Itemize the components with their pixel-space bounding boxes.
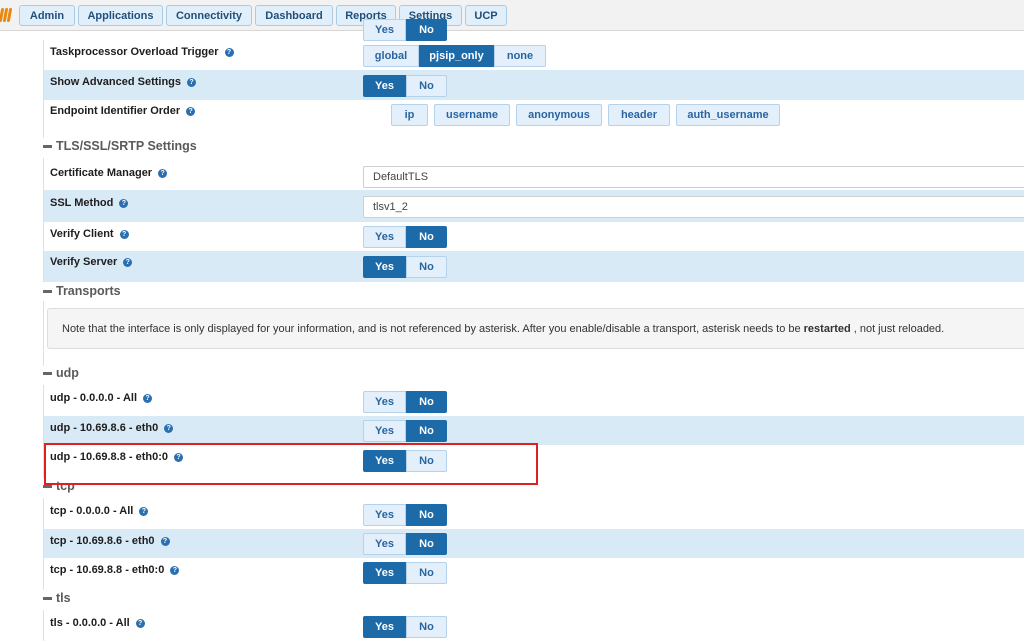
endpoint-chip-ip[interactable]: ip xyxy=(391,104,428,126)
transport-label: tcp - 10.69.8.8 - eth0:0? xyxy=(50,564,180,576)
collapse-icon[interactable] xyxy=(43,144,52,148)
verify-client-no-option[interactable]: No xyxy=(406,226,447,248)
collapse-icon[interactable] xyxy=(43,596,52,600)
endpoint-identifier-label: Endpoint Identifier Order? xyxy=(50,105,196,117)
ssl-method-label: SSL Method? xyxy=(50,197,129,209)
transport-label: udp - 0.0.0.0 - All? xyxy=(50,392,152,404)
help-icon[interactable]: ? xyxy=(158,169,168,178)
certificate-manager-label: Certificate Manager? xyxy=(50,167,168,179)
transport-yes-option[interactable]: Yes xyxy=(363,504,406,526)
transport-no-option[interactable]: No xyxy=(406,420,447,442)
nav-ucp[interactable]: UCP xyxy=(465,5,507,26)
certificate-manager-select[interactable]: DefaultTLS xyxy=(363,166,1024,188)
transports-section-header[interactable]: Transports xyxy=(43,284,121,298)
verify-server-row: Verify Server? xyxy=(43,251,1024,282)
tcp-eth0-toggle: Yes No xyxy=(363,533,447,555)
nav-connectivity[interactable]: Connectivity xyxy=(166,5,252,26)
help-icon[interactable]: ? xyxy=(119,230,129,239)
transport-label: tcp - 10.69.8.6 - eth0? xyxy=(50,535,170,547)
settings-content: Yes No Taskprocessor Overload Trigger? g… xyxy=(0,19,1024,641)
transport-label: tls - 0.0.0.0 - All? xyxy=(50,617,145,629)
highlight-annotation-box xyxy=(44,443,538,485)
endpoint-chip-username[interactable]: username xyxy=(434,104,510,126)
help-icon[interactable]: ? xyxy=(164,424,174,433)
udp-all-toggle: Yes No xyxy=(363,391,447,413)
nav-admin[interactable]: Admin xyxy=(19,5,75,26)
taskprocessor-toggle: global pjsip_only none xyxy=(363,45,546,67)
verify-server-yes-option[interactable]: Yes xyxy=(363,256,406,278)
verify-server-label: Verify Server? xyxy=(50,256,133,268)
top-navigation-bar: Admin Applications Connectivity Dashboar… xyxy=(0,0,1024,31)
transport-yes-option[interactable]: Yes xyxy=(363,616,406,638)
help-icon[interactable]: ? xyxy=(119,199,129,208)
transport-no-option[interactable]: No xyxy=(406,533,447,555)
help-icon[interactable]: ? xyxy=(186,107,196,116)
taskprocessor-global-option[interactable]: global xyxy=(363,45,419,67)
nav-applications[interactable]: Applications xyxy=(78,5,163,26)
taskprocessor-label: Taskprocessor Overload Trigger? xyxy=(50,46,234,58)
transport-yes-option[interactable]: Yes xyxy=(363,420,406,442)
help-icon[interactable]: ? xyxy=(224,48,234,57)
tcp-all-toggle: Yes No xyxy=(363,504,447,526)
show-advanced-no-option[interactable]: No xyxy=(406,75,447,97)
collapse-icon[interactable] xyxy=(43,371,52,375)
transport-row: tcp - 10.69.8.6 - eth0? xyxy=(43,529,1024,558)
transport-label: tcp - 0.0.0.0 - All? xyxy=(50,505,149,517)
transport-yes-option[interactable]: Yes xyxy=(363,562,406,584)
help-icon[interactable]: ? xyxy=(139,507,149,516)
taskprocessor-none-option[interactable]: none xyxy=(494,45,546,67)
transport-yes-option[interactable]: Yes xyxy=(363,533,406,555)
help-icon[interactable]: ? xyxy=(123,258,133,267)
show-advanced-toggle: Yes No xyxy=(363,75,447,97)
tcp-eth0-0-toggle: Yes No xyxy=(363,562,447,584)
transport-no-option[interactable]: No xyxy=(406,391,447,413)
help-icon[interactable]: ? xyxy=(187,78,197,87)
transport-yes-option[interactable]: Yes xyxy=(363,391,406,413)
help-icon[interactable]: ? xyxy=(160,537,170,546)
tls-section-header[interactable]: TLS/SSL/SRTP Settings xyxy=(43,139,197,153)
show-advanced-yes-option[interactable]: Yes xyxy=(363,75,406,97)
show-advanced-row: Show Advanced Settings? xyxy=(43,70,1024,100)
previous-no-option[interactable]: No xyxy=(406,19,447,41)
endpoint-chip-auth-username[interactable]: auth_username xyxy=(676,104,780,126)
transport-no-option[interactable]: No xyxy=(406,504,447,526)
verify-client-toggle: Yes No xyxy=(363,226,447,248)
transports-notice: Note that the interface is only displaye… xyxy=(47,308,1024,349)
udp-eth0-toggle: Yes No xyxy=(363,420,447,442)
transport-no-option[interactable]: No xyxy=(406,562,447,584)
tls-all-toggle: Yes No xyxy=(363,616,447,638)
ssl-method-select[interactable]: tlsv1_2 xyxy=(363,196,1024,218)
nav-dashboard[interactable]: Dashboard xyxy=(255,5,333,26)
verify-server-toggle: Yes No xyxy=(363,256,447,278)
transport-row: tcp - 0.0.0.0 - All? xyxy=(43,498,1024,529)
previous-yes-option[interactable]: Yes xyxy=(363,19,406,41)
help-icon[interactable]: ? xyxy=(143,394,152,403)
transport-row: tcp - 10.69.8.8 - eth0:0? xyxy=(43,558,1024,590)
verify-client-row: Verify Client? xyxy=(43,222,1024,251)
verify-client-label: Verify Client? xyxy=(50,228,129,240)
collapse-icon[interactable] xyxy=(43,289,52,293)
verify-server-no-option[interactable]: No xyxy=(406,256,447,278)
transport-row: tls - 0.0.0.0 - All? xyxy=(43,610,1024,641)
endpoint-chip-anonymous[interactable]: anonymous xyxy=(516,104,602,126)
taskprocessor-pjsip-only-option[interactable]: pjsip_only xyxy=(419,45,494,67)
transport-row: udp - 10.69.8.6 - eth0? xyxy=(43,416,1024,445)
transport-no-option[interactable]: No xyxy=(406,616,447,638)
udp-section-header[interactable]: udp xyxy=(43,366,79,380)
freepbx-logo-icon[interactable] xyxy=(0,6,16,24)
endpoint-chip-header[interactable]: header xyxy=(608,104,670,126)
help-icon[interactable]: ? xyxy=(170,566,180,575)
previous-setting-toggle: Yes No xyxy=(363,19,447,41)
transport-label: udp - 10.69.8.6 - eth0? xyxy=(50,422,174,434)
show-advanced-label: Show Advanced Settings? xyxy=(50,76,197,88)
verify-client-yes-option[interactable]: Yes xyxy=(363,226,406,248)
transport-row: udp - 0.0.0.0 - All? xyxy=(43,385,1024,416)
tls-transport-section-header[interactable]: tls xyxy=(43,591,71,605)
